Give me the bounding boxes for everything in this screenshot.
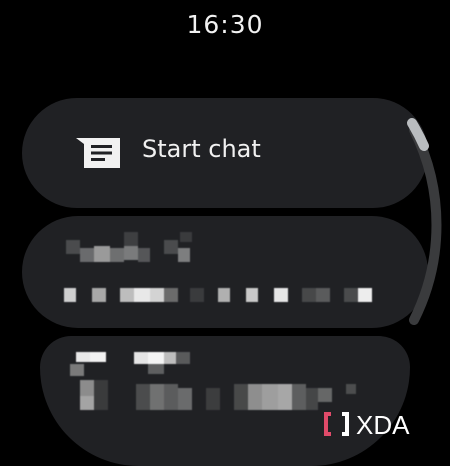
xda-watermark: XDA bbox=[322, 408, 442, 440]
conversation-item[interactable] bbox=[40, 336, 410, 466]
conversation-preview-redacted bbox=[22, 216, 428, 328]
xda-logo-icon: XDA bbox=[324, 410, 410, 440]
message-lines-icon bbox=[76, 138, 120, 168]
svg-text:XDA: XDA bbox=[356, 410, 410, 440]
start-chat-button[interactable]: Start chat bbox=[22, 98, 428, 208]
conversation-preview-redacted bbox=[40, 336, 410, 466]
start-chat-label: Start chat bbox=[142, 135, 261, 163]
status-time: 16:30 bbox=[186, 10, 264, 39]
conversation-item[interactable] bbox=[22, 216, 428, 328]
